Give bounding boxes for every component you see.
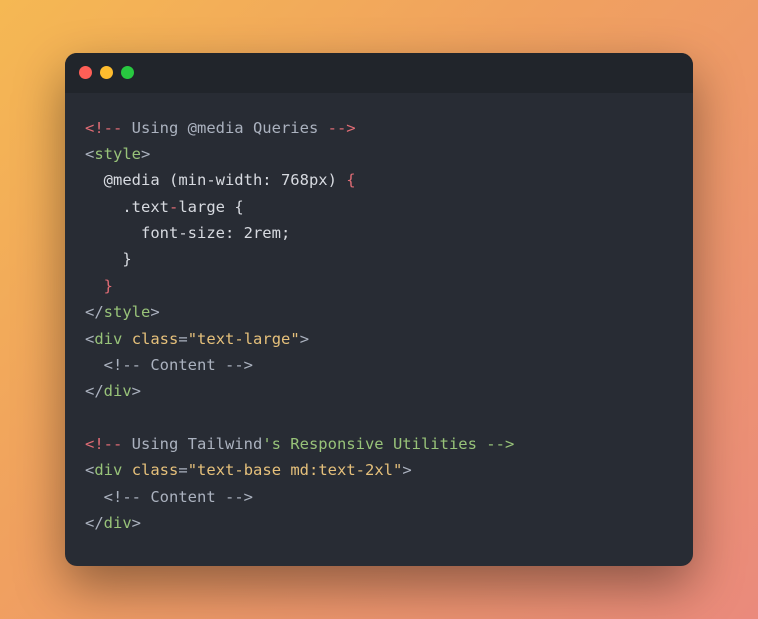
code-line: } xyxy=(85,277,113,295)
eq: = xyxy=(178,461,187,479)
code-line: <div class="text-large"> xyxy=(85,330,309,348)
titlebar xyxy=(65,53,693,93)
minimize-icon[interactable] xyxy=(100,66,113,79)
attr: class xyxy=(132,461,179,479)
tag: div xyxy=(104,514,132,532)
tag: div xyxy=(104,382,132,400)
code-line: @media (min-width: 768px) { xyxy=(85,171,356,189)
tag: style xyxy=(94,145,141,163)
bracket: </ xyxy=(85,382,104,400)
brace: { xyxy=(346,171,355,189)
bracket: </ xyxy=(85,303,104,321)
tag: style xyxy=(104,303,151,321)
code-line: font-size: 2rem; xyxy=(85,224,290,242)
bracket: > xyxy=(150,303,159,321)
comment-close: --> xyxy=(328,119,356,137)
tag: div xyxy=(94,461,122,479)
attr-value: "text-large" xyxy=(188,330,300,348)
code-block: <!-- Using @media Queries --> <style> @m… xyxy=(65,93,693,567)
code-line: </div> xyxy=(85,514,141,532)
maximize-icon[interactable] xyxy=(121,66,134,79)
bracket: > xyxy=(402,461,411,479)
code-line: <!-- Content --> xyxy=(85,356,253,374)
code-line: <!-- Content --> xyxy=(85,488,253,506)
bracket: > xyxy=(132,382,141,400)
tag: div xyxy=(94,330,122,348)
code-line: <style> xyxy=(85,145,150,163)
comment-text: Content xyxy=(141,488,225,506)
eq: = xyxy=(178,330,187,348)
attr: class xyxy=(132,330,179,348)
bracket: < xyxy=(85,461,94,479)
code-line: <div class="text-base md:text-2xl"> xyxy=(85,461,412,479)
code-line: } xyxy=(85,250,132,268)
attr-value: "text-base md:text-2xl" xyxy=(188,461,403,479)
code-window: <!-- Using @media Queries --> <style> @m… xyxy=(65,53,693,567)
bracket: < xyxy=(85,145,94,163)
bracket: > xyxy=(141,145,150,163)
comment-open: <!-- xyxy=(85,488,141,506)
bracket: </ xyxy=(85,514,104,532)
close-icon[interactable] xyxy=(79,66,92,79)
comment-close: --> xyxy=(225,356,253,374)
bracket: > xyxy=(132,514,141,532)
comment-open: <!-- xyxy=(85,119,122,137)
css-text: large { xyxy=(178,198,243,216)
comment-close: --> xyxy=(225,488,253,506)
bracket: > xyxy=(300,330,309,348)
code-line: .text-large { xyxy=(85,198,244,216)
comment-text: Using @media Queries xyxy=(122,119,327,137)
comment-text: Content xyxy=(141,356,225,374)
comment-open: <!-- xyxy=(85,356,141,374)
code-line: <!-- Using @media Queries --> xyxy=(85,119,356,137)
space xyxy=(122,330,131,348)
comment-text: Using Tailwind xyxy=(122,435,262,453)
bracket: < xyxy=(85,330,94,348)
space xyxy=(122,461,131,479)
code-line: </div> xyxy=(85,382,141,400)
code-line: </style> xyxy=(85,303,160,321)
comment-text: 's Responsive Utilities --> xyxy=(262,435,514,453)
css-text: .text xyxy=(85,198,169,216)
code-line: <!-- Using Tailwind's Responsive Utiliti… xyxy=(85,435,514,453)
css-text: @media (min-width: 768px) xyxy=(85,171,346,189)
comment-open: <!-- xyxy=(85,435,122,453)
dash: - xyxy=(169,198,178,216)
